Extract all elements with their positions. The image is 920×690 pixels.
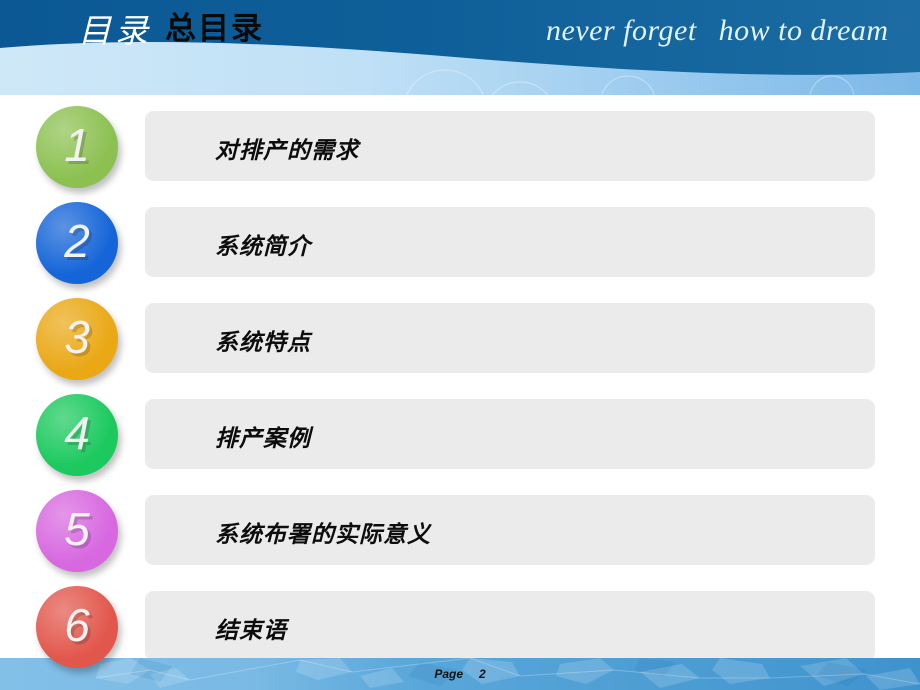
agenda-item-label: 系统简介 xyxy=(215,233,311,259)
agenda-bullet-number: 4 xyxy=(64,407,90,459)
slide-footer: Page 2 xyxy=(0,658,920,690)
agenda-item-label: 对排产的需求 xyxy=(215,137,359,163)
agenda-item-label: 结束语 xyxy=(215,617,287,643)
agenda-bullet-6[interactable]: 6 xyxy=(36,586,118,668)
agenda-bullet-number: 2 xyxy=(64,215,90,267)
agenda-row-5[interactable]: 5 系统布署的实际意义 xyxy=(0,479,920,572)
agenda-row-2[interactable]: 2 系统简介 xyxy=(0,191,920,284)
agenda-list: 1 对排产的需求 2 系统简介 3 系统特点 4 排产案例 5 系统布署的实际意… xyxy=(0,95,920,668)
agenda-item-label: 系统特点 xyxy=(215,329,311,355)
footer-page-number: 2 xyxy=(479,667,486,681)
agenda-row-3[interactable]: 3 系统特点 xyxy=(0,287,920,380)
agenda-bullet-2[interactable]: 2 xyxy=(36,202,118,284)
header-tagline: never forget how to dream xyxy=(546,16,889,46)
agenda-bullet-5[interactable]: 5 xyxy=(36,490,118,572)
agenda-bullet-number: 1 xyxy=(64,119,90,171)
header-title-decoration: 目录 xyxy=(78,12,152,49)
footer-page-indicator: Page 2 xyxy=(0,658,920,690)
slide-header: 目录 总目录 never forget how to dream xyxy=(0,0,920,95)
agenda-item-label: 排产案例 xyxy=(215,425,311,451)
page-title: 总目录 xyxy=(165,11,264,46)
agenda-bullet-1[interactable]: 1 xyxy=(36,106,118,188)
agenda-item-label: 系统布署的实际意义 xyxy=(215,521,431,547)
slide-canvas: 目录 总目录 never forget how to dream 1 对排产的需求… xyxy=(0,0,920,690)
agenda-bullet-4[interactable]: 4 xyxy=(36,394,118,476)
tagline-right-text: how to dream xyxy=(718,14,889,47)
agenda-bullet-3[interactable]: 3 xyxy=(36,298,118,380)
tagline-left-text: never forget xyxy=(546,14,697,47)
agenda-bullet-number: 5 xyxy=(64,503,90,555)
footer-page-label: Page xyxy=(434,667,463,681)
agenda-row-6[interactable]: 6 结束语 xyxy=(0,575,920,668)
agenda-row-4[interactable]: 4 排产案例 xyxy=(0,383,920,476)
agenda-bullet-number: 3 xyxy=(64,311,90,363)
agenda-row-1[interactable]: 1 对排产的需求 xyxy=(0,95,920,188)
agenda-bullet-number: 6 xyxy=(64,599,90,651)
